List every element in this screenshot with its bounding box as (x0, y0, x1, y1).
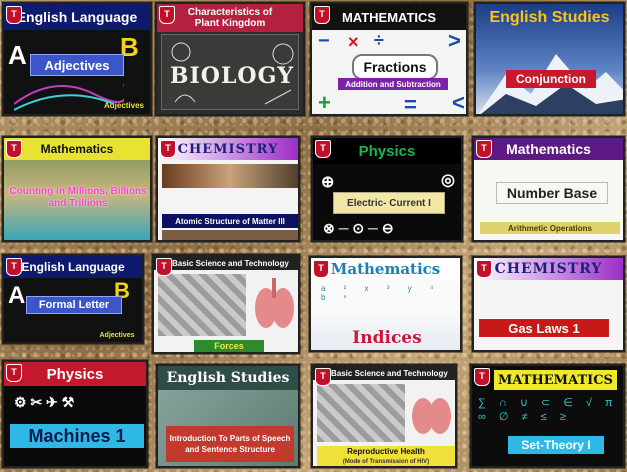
lesson-tile-math-fractions[interactable]: T MATHEMATICS − × ÷ > Fractions Addition… (310, 2, 468, 116)
tile-subject: Physics (4, 362, 146, 386)
tile-topic: Electric- Current I (333, 192, 445, 214)
tile-extra: Addition and Subtraction (338, 78, 448, 90)
equals-icon: = (404, 92, 417, 116)
machine-icons-row: ⚙ ✂ ✈ ⚒ (14, 394, 75, 410)
tile-subject: Physics (313, 138, 461, 164)
tile-subject: English Language (4, 256, 142, 278)
tile-topic: Counting in Millions, Billions and Trill… (9, 186, 147, 209)
lungs-diagram-icon (412, 398, 451, 434)
brand-logo-icon: T (476, 260, 492, 278)
lesson-tile-english-adjectives[interactable]: T English Language A B Adjectives Adject… (2, 2, 152, 116)
minus-icon: − (318, 30, 330, 52)
lab-photo-panel (162, 164, 298, 188)
brand-logo-icon: T (314, 6, 330, 24)
tile-subject: CHEMISTRY (158, 138, 298, 160)
circuit-symbol-icon: ⊕ (321, 174, 335, 191)
tile-topic: Formal Letter (26, 296, 122, 314)
lesson-tile-math-number-base[interactable]: Mathematics T Number Base Arithmetic Ope… (472, 136, 625, 242)
lesson-tile-physics-machines[interactable]: Physics T ⚙ ✂ ✈ ⚒ Machines 1 (2, 360, 148, 468)
letter-a-icon: A (8, 282, 26, 309)
brand-logo-icon: T (6, 6, 22, 24)
brand-logo-icon: T (6, 258, 22, 276)
tile-topic: Number Base (496, 182, 608, 204)
letter-a-icon: A (8, 40, 27, 70)
times-icon: × (348, 32, 359, 52)
lesson-tile-english-formal-letter[interactable]: T English Language A B Formal Letter Adj… (2, 254, 144, 344)
lungs-diagram-icon (255, 278, 294, 328)
plus-icon: + (318, 90, 331, 115)
tile-topic: Gas Laws 1 (478, 318, 610, 338)
lesson-tile-basic-science-forces[interactable]: Basic Science and Technology T Forces (152, 254, 300, 354)
brand-logo-icon: T (6, 364, 22, 382)
tile-subject: English Language (4, 4, 150, 30)
lab-floor-panel (162, 230, 298, 240)
scattered-numbers-decoration: a ² x ³ y ⁴ b ⁿ (321, 284, 442, 302)
brand-logo-icon: T (156, 258, 172, 276)
tile-topic: Machines 1 (10, 424, 144, 448)
tile-topic: Fractions (352, 54, 438, 80)
chevron-left-icon: < (452, 90, 465, 115)
tile-topic: Forces (194, 340, 264, 352)
tile-subject: English Studies (158, 366, 298, 390)
tile-subject: Mathematics (311, 258, 460, 280)
lesson-tile-math-counting[interactable]: Mathematics T Counting in Millions, Bill… (2, 136, 152, 242)
equipment-collage (317, 384, 405, 442)
lesson-tile-basic-science-reproductive-health[interactable]: Basic Science and Technology T Reproduct… (311, 364, 457, 468)
tile-extra: Adjectives (99, 331, 135, 339)
tile-topic: Reproductive Health (317, 446, 455, 457)
tile-subject: MATHEMATICS (494, 370, 617, 390)
tile-topic: Set-Theory I (508, 436, 604, 454)
tile-extra: (Mode of Transmission of HIV) (317, 457, 455, 466)
bulb-icon: ◎ (441, 172, 455, 189)
tile-subject: Mathematics (4, 138, 150, 160)
lesson-tile-math-indices[interactable]: T Mathematics a ² x ³ y ⁴ b ⁿ Indices (309, 256, 462, 352)
chevron-right-icon: > (448, 28, 461, 53)
brand-logo-icon: T (6, 140, 22, 158)
brand-logo-icon: T (474, 368, 490, 386)
brand-logo-icon: T (160, 140, 176, 158)
tile-subject: English Studies (489, 9, 610, 26)
tile-subject: CHEMISTRY (474, 258, 623, 280)
divide-icon: ÷ (374, 30, 384, 50)
plant-sketch-icon (171, 42, 294, 105)
switch-icon: ⊗ ─ ⊙ ─ ⊖ (323, 220, 394, 236)
tile-subject: Basic Science and Technology (154, 256, 298, 270)
tile-topic: Atomic Structure of Matter III (162, 214, 298, 228)
swirl-decoration-icon (14, 84, 124, 111)
brand-logo-icon: T (476, 140, 492, 158)
tile-subject: Characteristics of Plant Kingdom (157, 4, 303, 32)
brand-logo-icon: T (159, 6, 175, 24)
tile-topic: Conjunction (506, 70, 596, 88)
lesson-tile-english-conjunction[interactable]: English Studies Conjunction (474, 2, 625, 116)
tile-subject: Mathematics (474, 138, 623, 160)
lesson-tile-biology-plant-kingdom[interactable]: Characteristics of Plant Kingdom T BIOLO… (155, 2, 305, 116)
lesson-tile-chemistry-gas-laws[interactable]: T CHEMISTRY Gas Laws 1 (472, 256, 625, 352)
equipment-collage (158, 274, 246, 336)
tile-subject: MATHEMATICS (312, 4, 466, 30)
brand-logo-icon: T (313, 260, 329, 278)
tile-topic: Adjectives (30, 54, 124, 76)
lesson-tile-math-set-theory[interactable]: MATHEMATICS T ∑ ∩ ∪ ⊂ ∈ √ π ∞ ∅ ≠ ≤ ≥ Se… (470, 364, 625, 468)
lesson-tile-physics-electric-current[interactable]: T Physics ⊕ ◎ Electric- Current I ⊗ ─ ⊙ … (311, 136, 463, 242)
brand-logo-icon: T (315, 140, 331, 158)
brand-logo-icon: T (315, 368, 331, 386)
tile-subject: Basic Science and Technology (313, 366, 455, 380)
math-symbols-decoration: ∑ ∩ ∪ ⊂ ∈ √ π ∞ ∅ ≠ ≤ ≥ (478, 397, 618, 423)
lesson-tile-english-parts-of-speech[interactable]: English Studies Introduction To Parts of… (156, 364, 300, 468)
lesson-tile-chemistry-atomic-structure[interactable]: T CHEMISTRY Atomic Structure of Matter I… (156, 136, 300, 242)
tile-topic: Introduction To Parts of Speech and Sent… (166, 426, 294, 462)
tile-topic: Indices (352, 328, 422, 348)
tile-extra: Arithmetic Operations (480, 222, 620, 234)
